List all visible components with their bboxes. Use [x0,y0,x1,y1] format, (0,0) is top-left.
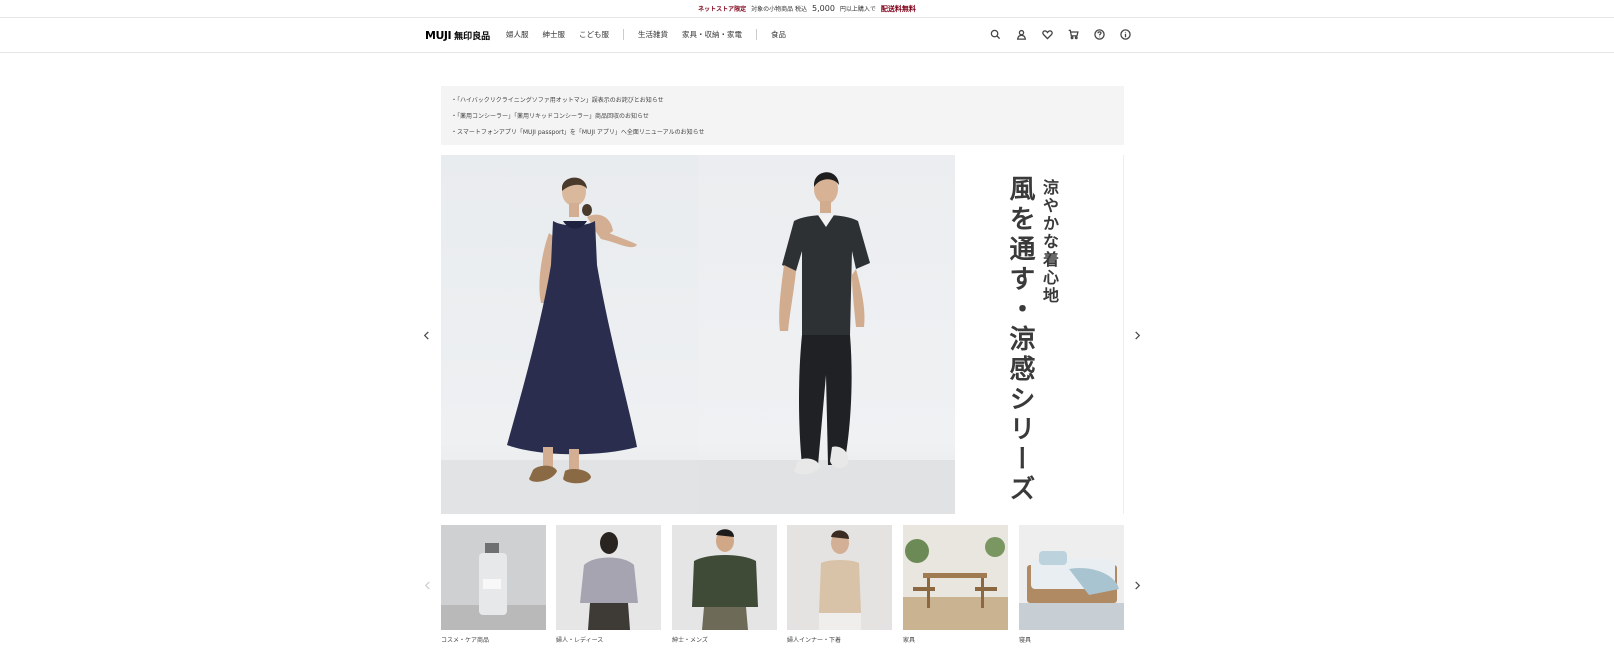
nav-divider [756,29,757,40]
promo-banner[interactable]: ネットストア限定 対象の小物商品 税込 5,000 円以上購入で 配送料無料 [0,0,1614,18]
category-card[interactable]: 寝具 [1019,525,1124,644]
category-label: コスメ・ケア商品 [441,637,490,644]
hero-image-men [698,155,955,514]
muji-logo[interactable]: MUJI 無印良品 [425,29,490,42]
nav-mens[interactable]: 紳士服 [543,29,566,40]
nav-food[interactable]: 食品 [771,29,786,40]
notice-link[interactable]: ・「薬用コンシーラー」「薬用リキッドコンシーラー」商品回収のお知らせ [451,109,1114,125]
hero-prev-arrow[interactable] [419,328,433,342]
nav-womens[interactable]: 婦人服 [506,29,529,40]
hero-image-women [441,155,698,514]
hero-banner[interactable]: 涼やかな着心地 風を通す・涼感シリーズ [441,155,1124,514]
logo-jp: 無印良品 [454,32,491,42]
cart-icon[interactable] [1066,27,1080,41]
nav-household[interactable]: 生活雑貨 [638,29,668,40]
hero-subtitle: 涼やかな着心地 [1040,179,1059,305]
nav-kids[interactable]: こども服 [579,29,609,40]
promo-free-shipping: 配送料無料 [880,4,916,13]
promo-amount: 5,000 [812,4,835,13]
category-image [556,525,661,630]
info-icon[interactable] [1118,27,1132,41]
search-icon[interactable] [988,27,1002,41]
category-label: 紳士・メンズ [672,637,708,644]
category-next-arrow[interactable] [1130,578,1144,592]
notice-link[interactable]: ・スマートフォンアプリ「MUJI passport」を「MUJI アプリ」へ全面… [451,125,1114,141]
category-card[interactable]: 家具 [903,525,1008,644]
nav-furniture[interactable]: 家具・収納・家電 [682,29,742,40]
promo-tag: ネットストア限定 [698,6,747,13]
category-image [672,525,777,630]
category-card[interactable]: コスメ・ケア商品 [441,525,546,644]
notice-link[interactable]: ・「ハイバックリクライニングソファ用オットマン」誤表示のお詫びとお知らせ [451,93,1114,109]
category-card[interactable]: 婦人・レディース [556,525,661,644]
category-image [1019,525,1124,630]
category-image [903,525,1008,630]
notice-box: ・「ハイバックリクライニングソファ用オットマン」誤表示のお詫びとお知らせ ・「薬… [441,86,1124,145]
site-header: MUJI 無印良品 婦人服 紳士服 こども服 生活雑貨 家具・収納・家電 食品 [0,18,1614,53]
promo-text-2: 円以上購入で [839,6,876,13]
category-label: 寝具 [1019,637,1032,644]
nav-divider [623,29,624,40]
category-image [441,525,546,630]
user-icon[interactable] [1014,27,1028,41]
hero-next-arrow[interactable] [1130,328,1144,342]
category-prev-arrow[interactable] [420,578,434,592]
help-icon[interactable] [1092,27,1106,41]
category-carousel: コスメ・ケア商品 婦人・レディース 紳士・メンズ 婦人インナー・下着 家具 寝具 [441,525,1124,656]
heart-icon[interactable] [1040,27,1054,41]
logo-en: MUJI [425,29,452,42]
main-nav: 婦人服 紳士服 こども服 生活雑貨 家具・収納・家電 食品 [506,29,800,40]
category-card[interactable]: 婦人インナー・下着 [787,525,892,644]
category-label: 婦人・レディース [556,637,604,644]
promo-text: 対象の小物商品 税込 [751,6,807,13]
category-image [787,525,892,630]
hero-title: 風を通す・涼感シリーズ [1005,175,1035,505]
category-card[interactable]: 紳士・メンズ [672,525,777,644]
category-label: 家具 [903,637,916,644]
category-label: 婦人インナー・下着 [787,637,842,644]
header-icons [988,27,1132,41]
